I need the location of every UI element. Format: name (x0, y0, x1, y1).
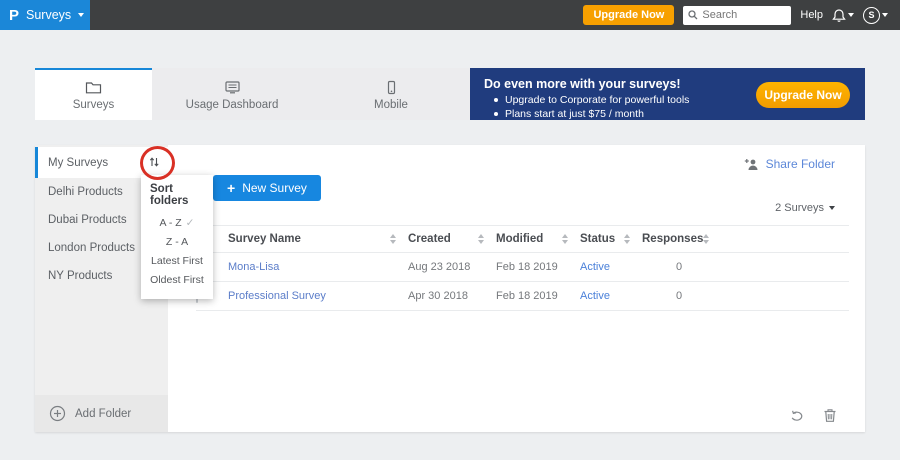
mobile-icon (387, 80, 395, 94)
column-sort-icon[interactable] (478, 234, 484, 244)
tab-label: Usage Dashboard (185, 98, 279, 111)
sidebar-item-my-surveys[interactable]: My Surveys (35, 147, 168, 178)
tab-label: Surveys (72, 98, 115, 111)
plus-circle-icon (49, 405, 66, 422)
status-badge[interactable]: Active (580, 261, 610, 273)
account-menu[interactable]: S (863, 6, 888, 24)
tab-label: Mobile (374, 98, 408, 111)
modified-cell: Feb 18 2019 (496, 290, 558, 302)
add-folder-label: Add Folder (75, 407, 132, 420)
restore-icon[interactable] (789, 409, 805, 423)
folder-label: Delhi Products (48, 186, 123, 198)
banner-bullet-text: Upgrade to Corporate for powerful tools (505, 94, 690, 106)
top-bar: P Surveys Upgrade Now Help S (0, 0, 900, 30)
table-header-row: Survey Name Created Modified Status Resp… (196, 225, 849, 253)
column-header-created[interactable]: Created (408, 233, 496, 245)
sort-option-a-z[interactable]: A - Z ✓ (141, 214, 213, 233)
dashboard-icon (224, 80, 240, 93)
share-folder-button[interactable]: Share Folder (744, 157, 835, 171)
proprofs-logo-icon: P (9, 6, 20, 24)
notifications-menu[interactable] (832, 8, 854, 23)
column-header-responses[interactable]: Responses (642, 233, 716, 245)
tab-surveys[interactable]: Surveys (35, 68, 152, 120)
sort-menu-title: Sort folders (150, 183, 189, 207)
chevron-down-icon (848, 13, 854, 17)
folder-label: Dubai Products (48, 214, 127, 226)
folder-label: NY Products (48, 270, 113, 282)
banner-bullet: Plans start at just $75 / month (494, 108, 865, 120)
chevron-down-icon (829, 206, 835, 210)
created-cell: Apr 30 2018 (408, 290, 468, 302)
sort-option-z-a[interactable]: Z - A (141, 233, 213, 252)
responses-cell: 0 (675, 290, 683, 302)
banner-bullet-text: Plans start at just $75 / month (505, 108, 644, 120)
search-box[interactable] (683, 5, 792, 25)
product-switcher-label: Surveys (26, 8, 72, 22)
folder-label: London Products (48, 242, 135, 254)
avatar: S (863, 6, 880, 24)
modified-cell: Feb 18 2019 (496, 261, 558, 273)
bullet-dot (494, 98, 498, 102)
chevron-down-icon (78, 13, 85, 17)
chevron-down-icon (882, 13, 888, 17)
check-icon: ✓ (185, 217, 195, 229)
survey-name-link[interactable]: Professional Survey (228, 290, 326, 302)
promo-banner: Do even more with your surveys! Upgrade … (470, 68, 865, 120)
survey-count-dropdown[interactable]: 2 Surveys (775, 202, 835, 214)
column-sort-icon[interactable] (390, 234, 396, 244)
sort-option-latest-first[interactable]: Latest First (141, 252, 213, 271)
survey-name-link[interactable]: Mona-Lisa (228, 261, 279, 273)
upgrade-now-button-banner[interactable]: Upgrade Now (756, 82, 850, 108)
upgrade-now-button-topbar[interactable]: Upgrade Now (583, 5, 675, 25)
brand-area[interactable]: P Surveys (0, 0, 90, 30)
responses-cell: 0 (675, 261, 683, 273)
column-sort-icon[interactable] (703, 234, 710, 244)
column-header-modified[interactable]: Modified (496, 233, 580, 245)
table-actions (789, 408, 837, 423)
trash-icon[interactable] (823, 408, 837, 423)
column-sort-icon[interactable] (624, 234, 630, 244)
status-badge[interactable]: Active (580, 290, 610, 302)
table-row: Mona-Lisa Aug 23 2018 Feb 18 2019 Active… (196, 253, 849, 282)
bullet-dot (494, 112, 498, 116)
plus-icon: + (227, 180, 236, 196)
tab-usage-dashboard[interactable]: Usage Dashboard (152, 68, 312, 120)
table-row: Professional Survey Apr 30 2018 Feb 18 2… (196, 282, 849, 311)
column-header-status[interactable]: Status (580, 233, 642, 245)
new-survey-button[interactable]: + New Survey (213, 175, 321, 201)
tab-mobile[interactable]: Mobile (312, 68, 470, 120)
sort-option-oldest-first[interactable]: Oldest First (141, 271, 213, 290)
column-header-survey-name[interactable]: Survey Name (228, 233, 408, 245)
bell-icon (832, 8, 846, 22)
sort-arrows-icon (149, 156, 159, 167)
add-folder-button[interactable]: Add Folder (35, 395, 168, 432)
search-icon (688, 10, 698, 20)
person-add-icon (744, 159, 758, 170)
folder-label: My Surveys (48, 156, 109, 169)
surveys-content: Share Folder + New Survey 2 Surveys Surv… (168, 145, 865, 432)
survey-count-label: 2 Surveys (775, 202, 824, 214)
created-cell: Aug 23 2018 (408, 261, 471, 273)
tabs-row: Surveys Usage Dashboard Mobile Do even m… (35, 68, 865, 120)
column-sort-icon[interactable] (562, 234, 568, 244)
search-input[interactable] (702, 9, 785, 21)
share-folder-label: Share Folder (765, 157, 835, 171)
sort-folders-button[interactable] (145, 154, 163, 172)
help-link[interactable]: Help (800, 9, 823, 21)
folder-icon (85, 81, 102, 93)
surveys-table: Survey Name Created Modified Status Resp… (196, 225, 849, 311)
sort-folders-menu: Sort folders A - Z ✓ Z - A Latest First O… (141, 175, 213, 299)
